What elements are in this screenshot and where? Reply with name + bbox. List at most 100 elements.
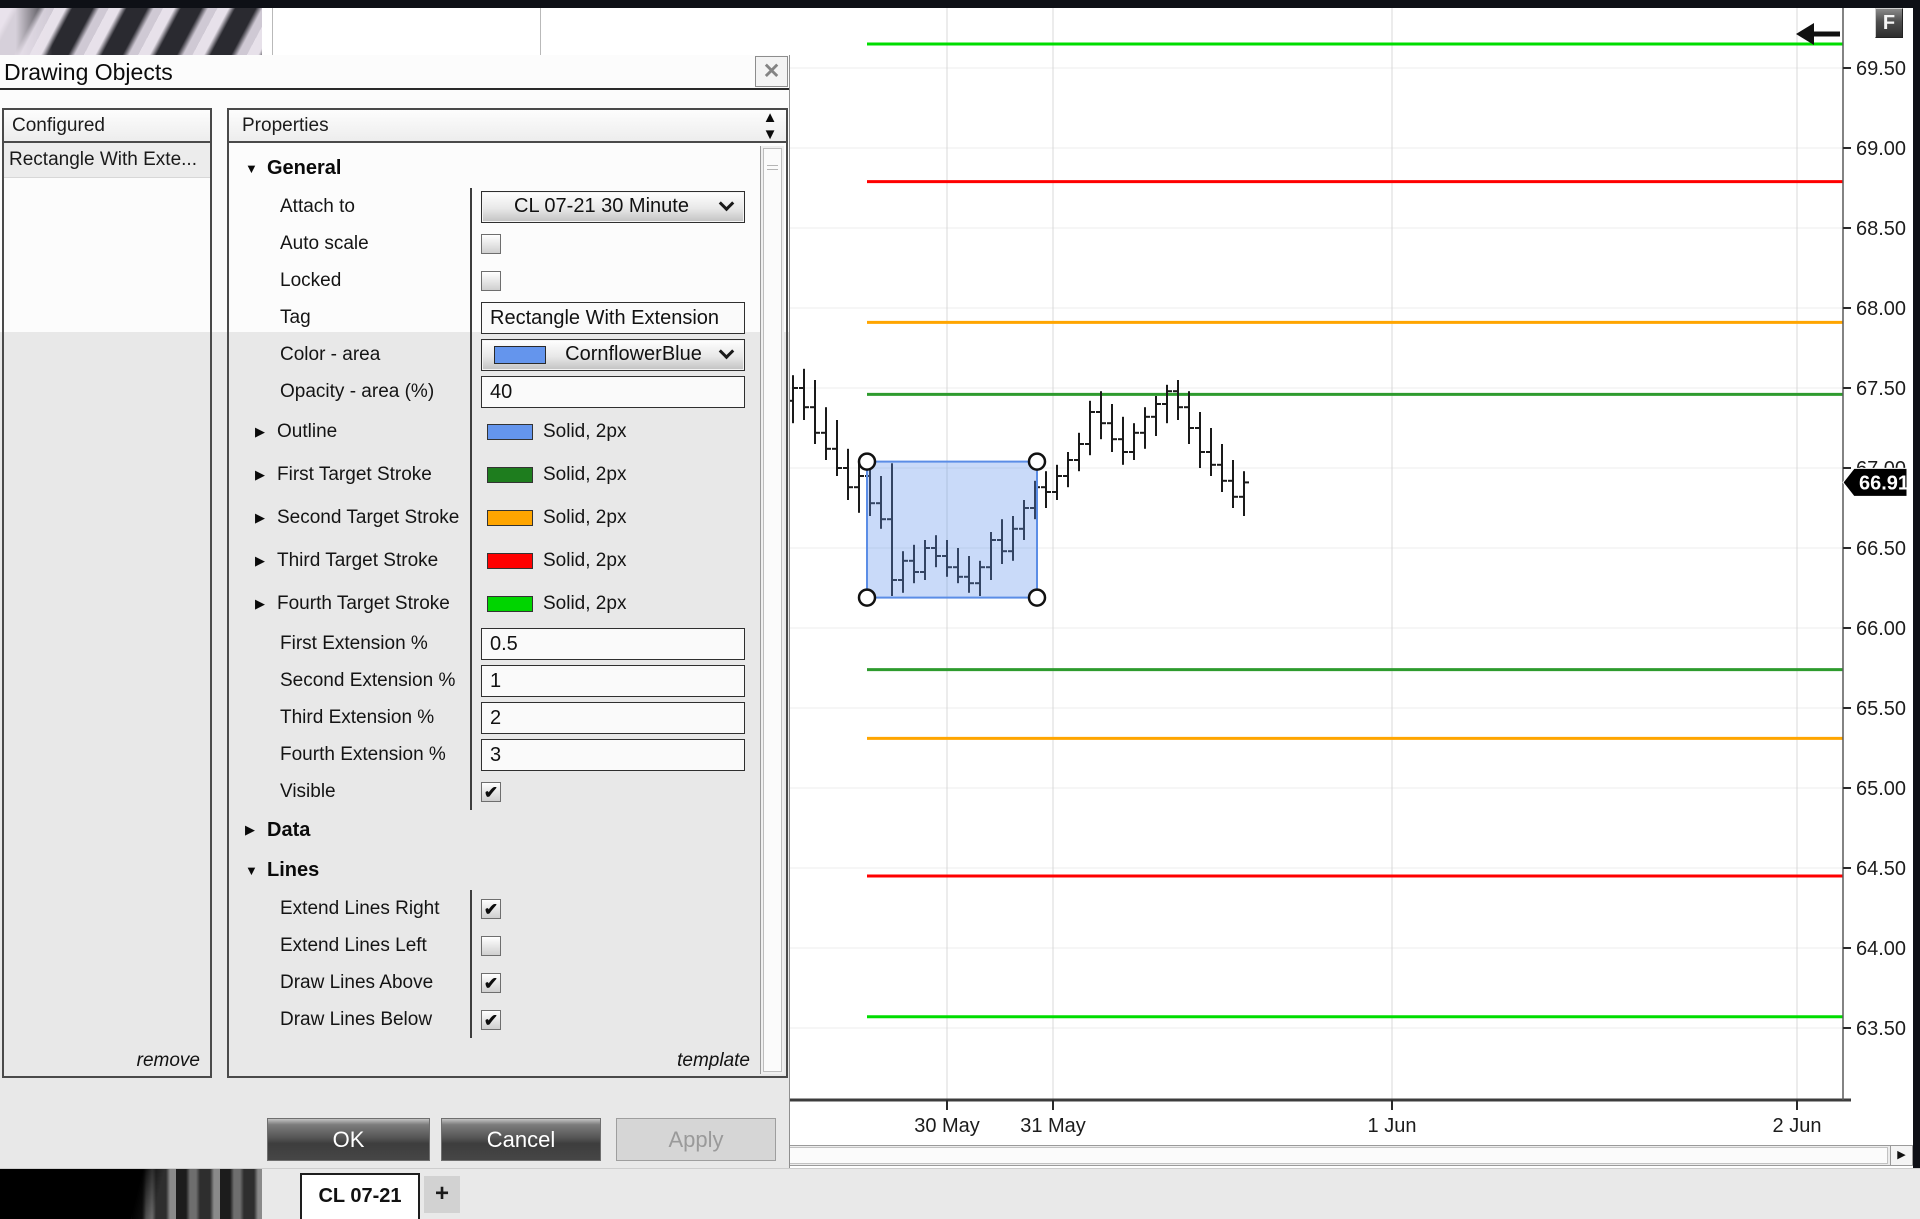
apply-button[interactable]: Apply [616,1118,776,1161]
prop-row-second-extension: Second Extension % 1 [231,662,756,699]
prop-label: Third Extension % [280,707,434,729]
first-extension-input[interactable]: 0.5 [481,628,745,660]
color-area-dropdown[interactable]: CornflowerBlue [481,339,745,371]
prop-label: Auto scale [280,233,369,255]
price-tick-label: 69.50 [1856,58,1906,80]
prop-label: Third Target Stroke [277,550,438,572]
close-icon[interactable]: ✕ [755,56,788,87]
app-window: 69.5069.0068.5068.0067.5067.0066.5066.00… [0,0,1920,1219]
opacity-area-input[interactable]: 40 [481,376,745,408]
prop-row-extend-lines-right: Extend Lines Right✔ [231,890,756,927]
prop-row-tag: Tag Rectangle With Extension [231,299,756,336]
tab-cl-07-21[interactable]: CL 07-21 [300,1173,420,1219]
configured-item-rectangle-with-extension[interactable]: Rectangle With Exte... [4,143,210,178]
price-tick-label: 63.50 [1856,1018,1906,1040]
rectangle-drawing[interactable] [867,462,1037,598]
cancel-button[interactable]: Cancel [441,1118,601,1161]
draw-lines-above-checkbox[interactable]: ✔ [481,973,501,993]
chevron-down-icon [719,196,735,212]
draw-lines-below-checkbox[interactable]: ✔ [481,1010,501,1030]
stroke-style-label: Solid, 2px [543,507,626,529]
stroke-color-swatch[interactable] [487,553,533,569]
prop-label: Opacity - area (%) [280,381,434,403]
prop-label: Tag [280,307,311,329]
collapse-triangle-icon[interactable]: ▼ [245,863,267,878]
collapse-triangle-icon[interactable]: ▼ [245,161,267,176]
locked-checkbox[interactable] [481,271,501,291]
extend-lines-right-checkbox[interactable]: ✔ [481,899,501,919]
price-tick-label: 65.50 [1856,698,1906,720]
tag-input[interactable]: Rectangle With Extension [481,302,745,334]
prop-row-opacity-area: Opacity - area (%) 40 [231,373,756,410]
chart-horizontal-scrollbar[interactable]: ▶ [648,1145,1913,1166]
auto-scale-checkbox[interactable] [481,234,501,254]
scroll-right-arrow-icon[interactable]: ▶ [1890,1146,1912,1165]
prop-row-fourth-target-stroke: ▶Fourth Target StrokeSolid, 2px [231,582,756,625]
resize-handle[interactable] [859,454,875,470]
prop-row-draw-lines-above: Draw Lines Above✔ [231,964,756,1001]
expand-triangle-icon[interactable]: ▶ [255,510,277,526]
color-swatch [494,346,546,364]
prop-row-second-target-stroke: ▶Second Target StrokeSolid, 2px [231,496,756,539]
remove-link[interactable]: remove [137,1050,200,1072]
prop-label: Attach to [280,196,355,218]
prop-row-color-area: Color - areaCornflowerBlue [231,336,756,373]
expand-triangle-icon[interactable]: ▶ [255,553,277,569]
price-tick-label: 64.50 [1856,858,1906,880]
drawing-objects-dialog: Drawing Objects ✕ Configured Rectangle W… [0,55,790,1168]
section-lines: ▼Lines [231,850,756,890]
stroke-style-label: Solid, 2px [543,421,626,443]
prop-row-attach-to: Attach to CL 07-21 30 Minute [231,188,756,225]
stroke-color-swatch[interactable] [487,510,533,526]
template-link[interactable]: template [677,1050,750,1072]
new-tab-button[interactable]: + [424,1176,460,1213]
prop-label: Second Extension % [280,670,455,692]
visible-checkbox[interactable]: ✔ [481,782,501,802]
fourth-extension-input[interactable]: 3 [481,739,745,771]
prop-label: Visible [280,781,336,803]
window-top-edge [0,0,1920,8]
left-arrow-head-icon[interactable] [1796,23,1814,45]
stroke-color-swatch[interactable] [487,424,533,440]
ok-button[interactable]: OK [267,1118,430,1161]
scrollbar-thumb[interactable] [650,1147,1888,1164]
resize-handle[interactable] [1029,454,1045,470]
extend-lines-left-checkbox[interactable] [481,936,501,956]
resize-handle[interactable] [859,590,875,606]
scroll-up-icon[interactable]: ▲ [757,109,783,126]
scrollbar-thumb[interactable] [763,148,782,1072]
expand-triangle-icon[interactable]: ▶ [245,822,267,838]
price-chart: 69.5069.0068.5068.0067.5067.0066.5066.00… [648,8,1920,1168]
time-tick-label: 2 Jun [1773,1115,1822,1137]
fkey-indicator-button[interactable]: F [1875,8,1903,38]
desktop-background-image [0,1169,262,1219]
expand-triangle-icon[interactable]: ▶ [255,424,277,440]
prop-label: Fourth Extension % [280,744,446,766]
resize-handle[interactable] [1029,590,1045,606]
toolbar-separator [540,8,541,55]
attach-to-dropdown[interactable]: CL 07-21 30 Minute [481,191,745,223]
prop-row-third-extension: Third Extension % 2 [231,699,756,736]
dialog-titlebar[interactable]: Drawing Objects ✕ [0,55,789,90]
window-right-edge [1913,0,1920,1168]
prop-row-first-target-stroke: ▶First Target StrokeSolid, 2px [231,453,756,496]
time-tick-label: 1 Jun [1368,1115,1417,1137]
section-general: ▼General [231,148,756,188]
price-tick-label: 66.00 [1856,618,1906,640]
prop-row-outline: ▶OutlineSolid, 2px [231,410,756,453]
expand-triangle-icon[interactable]: ▶ [255,467,277,483]
prop-row-locked: Locked [231,262,756,299]
prop-row-extend-lines-left: Extend Lines Left [231,927,756,964]
section-label: General [267,157,341,180]
prop-row-fourth-extension: Fourth Extension % 3 [231,736,756,773]
second-extension-input[interactable]: 1 [481,665,745,697]
time-tick-label: 30 May [914,1115,980,1137]
stroke-color-swatch[interactable] [487,467,533,483]
scroll-down-icon[interactable]: ▼ [757,126,783,143]
section-data: ▶Data [231,810,756,850]
third-extension-input[interactable]: 2 [481,702,745,734]
stroke-color-swatch[interactable] [487,596,533,612]
price-tick-label: 64.00 [1856,938,1906,960]
expand-triangle-icon[interactable]: ▶ [255,596,277,612]
properties-scrollbar[interactable] [760,146,784,1074]
